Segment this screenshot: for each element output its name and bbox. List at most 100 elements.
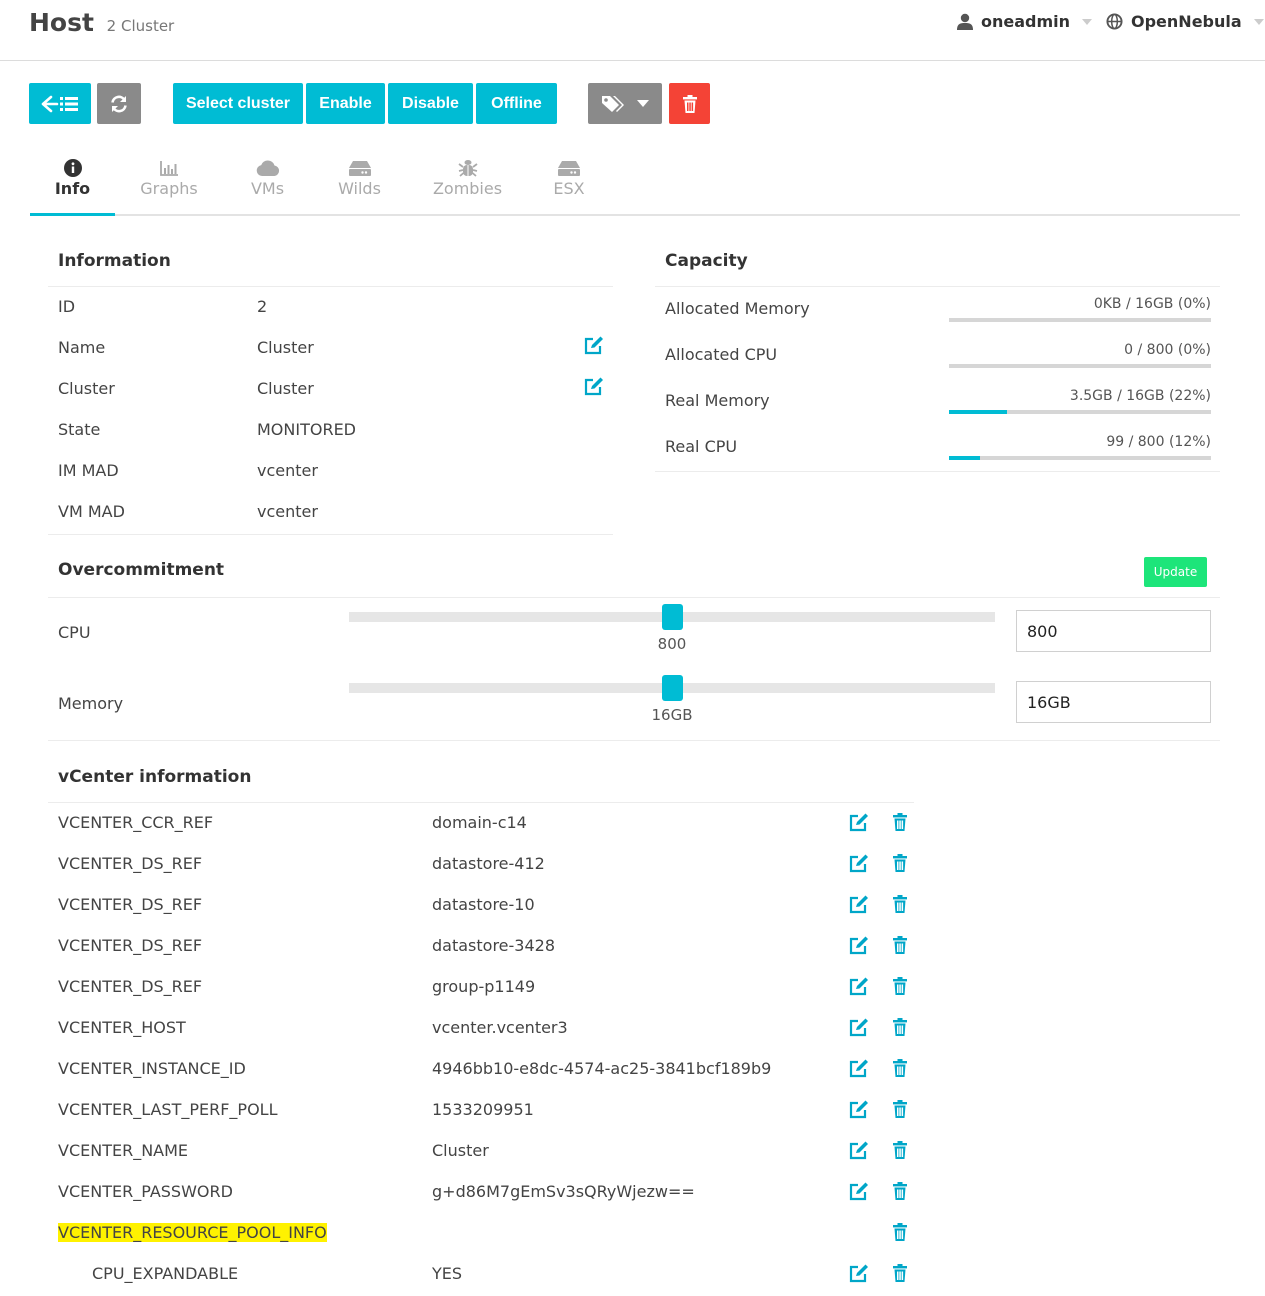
edit-icon [849,1100,868,1119]
capacity-progress-fill [949,410,1007,414]
delete-attribute-button[interactable] [892,1223,908,1245]
cpu-input[interactable] [1016,610,1211,652]
update-button[interactable]: Update [1144,557,1207,587]
vcenter-value: Cluster [432,1141,489,1160]
cloud-icon [256,160,279,176]
vcenter-key: VCENTER_PASSWORD [58,1182,233,1201]
tab-esx[interactable]: ESX [534,150,604,214]
info-value: Cluster [257,338,314,357]
tab-label: Graphs [140,179,198,198]
info-circle-icon [63,159,82,177]
tab-wilds[interactable]: Wilds [322,150,397,214]
delete-attribute-button[interactable] [892,977,908,999]
capacity-value: 99 / 800 (12%) [1106,434,1211,450]
edit-icon [849,936,868,955]
edit-attribute-button[interactable] [849,1182,869,1205]
vcenter-value: YES [432,1264,463,1283]
trash-icon [682,94,697,113]
edit-attribute-button[interactable] [849,1141,869,1164]
edit-attribute-button[interactable] [849,1264,869,1287]
trash-icon [893,936,907,954]
edit-cluster-button[interactable] [584,377,604,400]
edit-icon [849,813,868,832]
info-label: ID [58,297,76,316]
zone-menu[interactable]: OpenNebula [1106,12,1264,31]
delete-attribute-button[interactable] [892,1182,908,1204]
cpu-label: CPU [58,623,91,642]
trash-icon [893,1223,907,1241]
info-label: Cluster [58,379,115,398]
tab-label: VMs [250,179,285,198]
trash-icon [893,1059,907,1077]
trash-icon [893,1018,907,1036]
info-value: MONITORED [257,420,356,439]
divider [48,802,914,803]
delete-attribute-button[interactable] [892,1264,908,1286]
memory-input[interactable] [1016,681,1211,723]
edit-attribute-button[interactable] [849,813,869,836]
tab-label: Zombies [432,179,503,198]
overcommitment-title: Overcommitment [58,560,225,580]
information-title: Information [58,251,171,271]
labels-dropdown-button[interactable] [588,83,662,124]
delete-attribute-button[interactable] [892,1059,908,1081]
host-id: 2 [106,17,117,35]
edit-attribute-button[interactable] [849,1059,869,1082]
delete-attribute-button[interactable] [892,1018,908,1040]
edit-icon [849,895,868,914]
offline-button[interactable]: Offline [476,83,557,124]
delete-attribute-button[interactable] [892,854,908,876]
select-cluster-button[interactable]: Select cluster [173,83,303,124]
user-name: oneadmin [981,12,1071,31]
vcenter-key: CPU_EXPANDABLE [92,1264,239,1283]
tab-info[interactable]: Info [30,150,115,216]
cpu-slider-value: 800 [657,635,687,653]
divider [48,286,613,287]
page-subtitle: 2 Cluster [107,17,175,35]
delete-attribute-button[interactable] [892,895,908,917]
tab-label: ESX [553,179,585,198]
capacity-value: 0KB / 16GB (0%) [1093,296,1211,312]
memory-slider-handle[interactable] [662,675,683,701]
trash-icon [893,1182,907,1200]
edit-attribute-button[interactable] [849,895,869,918]
delete-attribute-button[interactable] [892,813,908,835]
delete-attribute-button[interactable] [892,1141,908,1163]
bug-icon [457,160,478,177]
enable-button[interactable]: Enable [306,83,385,124]
delete-attribute-button[interactable] [892,936,908,958]
capacity-value: 3.5GB / 16GB (22%) [1069,388,1211,404]
info-value: 2 [257,297,268,316]
vcenter-value: 4946bb10-e8dc-4574-ac25-3841bcf189b9 [432,1059,772,1078]
divider [48,740,1220,741]
delete-attribute-button[interactable] [892,1100,908,1122]
edit-icon [849,1182,868,1201]
tab-vms[interactable]: VMs [230,150,305,214]
chevron-down-icon [1082,18,1093,25]
edit-attribute-button[interactable] [849,936,869,959]
edit-attribute-button[interactable] [849,1100,869,1123]
disable-button[interactable]: Disable [388,83,473,124]
divider [655,286,1220,287]
vcenter-key: VCENTER_DS_REF [58,854,203,873]
edit-icon [584,336,603,355]
edit-attribute-button[interactable] [849,977,869,1000]
back-to-list-button[interactable] [29,83,91,124]
tab-label: Wilds [338,179,381,198]
cpu-slider-handle[interactable] [662,604,683,630]
memory-slider-value: 16GB [651,706,693,724]
tab-graphs[interactable]: Graphs [129,150,209,214]
refresh-button[interactable] [97,83,141,124]
delete-button[interactable] [669,83,710,124]
vcenter-key: VCENTER_DS_REF [58,977,203,996]
edit-attribute-button[interactable] [849,854,869,877]
capacity-progress-bar [949,456,1211,460]
edit-attribute-button[interactable] [849,1018,869,1041]
info-label: IM MAD [58,461,119,480]
tab-zombies[interactable]: Zombies [425,150,510,214]
user-menu[interactable]: oneadmin [957,12,1093,31]
vcenter-key: VCENTER_LAST_PERF_POLL [58,1100,278,1119]
divider [655,471,1220,472]
page-title-text: Host [29,8,94,37]
edit-name-button[interactable] [584,336,604,359]
